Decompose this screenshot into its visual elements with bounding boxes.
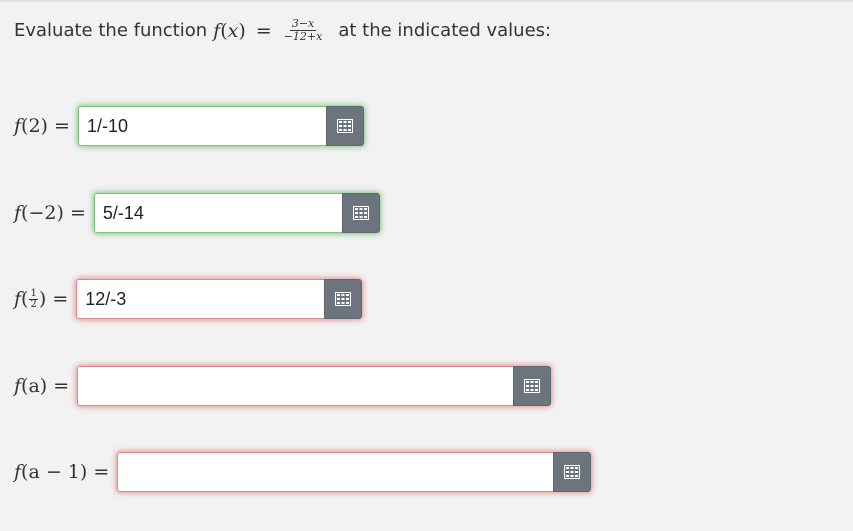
keypad-icon (336, 119, 353, 133)
answer-field-incorrect (77, 366, 552, 406)
function-expression: f(x) = (213, 20, 276, 42)
function-variable: x (227, 19, 239, 42)
answer-input[interactable] (117, 452, 554, 492)
answer-row-5: f(a − 1) = (14, 452, 592, 492)
keypad-button[interactable] (553, 452, 592, 492)
paren-close: ) (238, 19, 246, 42)
equals-sign: = (255, 19, 272, 42)
answer-field-incorrect (76, 279, 363, 319)
answer-field-correct (77, 106, 364, 146)
row-label: f(a − 1) = (14, 461, 110, 483)
keypad-button[interactable] (341, 193, 380, 233)
answer-input[interactable] (77, 106, 326, 146)
fraction-denominator: −12+x (283, 30, 323, 43)
row-label: f(2) = (14, 115, 70, 137)
answer-input[interactable] (93, 193, 342, 233)
keypad-icon (564, 465, 581, 479)
answer-row-3: f(1 2) = (14, 279, 363, 319)
paren-open: ( (220, 19, 228, 42)
answer-field-incorrect (117, 452, 592, 492)
question-suffix: at the indicated values: (338, 20, 552, 41)
keypad-button[interactable] (325, 106, 364, 146)
top-divider (0, 0, 853, 2)
keypad-button[interactable] (513, 366, 552, 406)
question-text: Evaluate the function f(x) = 3−x −12+x a… (14, 18, 551, 43)
row-label: f(1 2) = (14, 287, 69, 311)
answer-field-correct (93, 193, 380, 233)
label-fraction: 12 (29, 288, 38, 311)
answer-row-2: f(−2) = (14, 193, 380, 233)
keypad-icon (524, 379, 541, 393)
keypad-icon (335, 292, 352, 306)
function-fraction: 3−x −12+x (282, 18, 325, 43)
row-label: f(−2) = (14, 202, 86, 224)
question-prefix: Evaluate the function (14, 20, 208, 41)
answer-input[interactable] (77, 366, 514, 406)
answer-row-4: f(a) = (14, 366, 552, 406)
answer-input[interactable] (76, 279, 325, 319)
keypad-button[interactable] (324, 279, 363, 319)
answer-row-1: f(2) = (14, 106, 364, 146)
keypad-icon (352, 206, 369, 220)
row-label: f(a) = (14, 375, 70, 397)
